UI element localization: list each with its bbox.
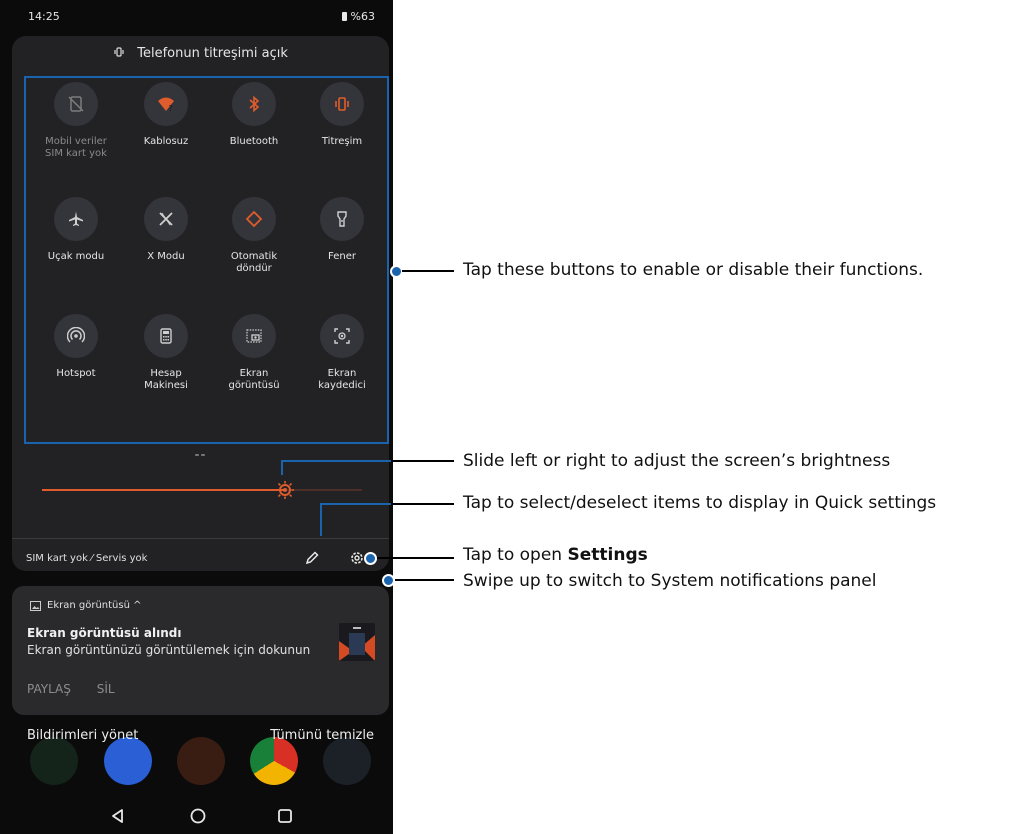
messages-app-icon (104, 737, 152, 785)
camera-app-icon (323, 737, 371, 785)
annotation-vline-brightness (281, 461, 283, 475)
delete-action[interactable]: SİL (97, 682, 115, 696)
annotation-vline-edit (320, 504, 322, 536)
annotation-line-edit (391, 503, 454, 505)
share-action[interactable]: PAYLAŞ (27, 682, 71, 696)
annotation-hline-brightness (281, 460, 391, 462)
status-time: 14:25 (28, 10, 60, 23)
annotation-brightness: Slide left or right to adjust the screen… (463, 451, 891, 471)
clear-all-button[interactable]: Tümünü temizle (270, 728, 374, 743)
notification-body: Ekran görüntünüzü görüntülemek için doku… (27, 643, 311, 657)
annotation-edit: Tap to select/deselect items to display … (463, 493, 937, 513)
brightness-thumb[interactable] (275, 480, 295, 500)
notification-title: Ekran görüntüsü alındı (27, 626, 182, 640)
image-icon (30, 600, 41, 611)
edit-pencil-icon[interactable] (303, 549, 321, 567)
manage-notifications-button[interactable]: Bildirimleri yönet (27, 728, 138, 743)
settings-bold-text: Settings (567, 545, 648, 565)
status-bar: 14:25 %63 (0, 0, 393, 30)
notification-app-name: Ekran görüntüsü ^ (47, 600, 142, 611)
battery-percent: %63 (350, 10, 375, 23)
phone-app-icon (30, 737, 78, 785)
annotation-line-brightness (391, 460, 454, 462)
home-icon[interactable] (188, 806, 208, 826)
notification-header: Ekran görüntüsü ^ (30, 600, 141, 611)
battery-status: %63 (341, 10, 375, 23)
vibrate-small-icon (113, 47, 125, 60)
panel-divider (12, 538, 389, 539)
quick-settings-highlight-frame (24, 76, 389, 444)
vibration-banner-text: Telefonun titreşimi açık (137, 46, 288, 61)
screenshot-notification[interactable]: Ekran görüntüsü ^ Ekran görüntüsü alındı… (12, 586, 389, 715)
battery-icon (341, 12, 347, 21)
armoury-app-icon (177, 737, 225, 785)
vibration-banner: Telefonun titreşimi açık (12, 46, 389, 61)
notification-actions: PAYLAŞ SİL (27, 682, 137, 696)
navigation-bar (0, 795, 393, 834)
sim-status-text: SIM kart yok ⁄ Servis yok (26, 553, 148, 564)
brightness-fill (42, 489, 286, 491)
chrome-app-icon (250, 737, 298, 785)
recents-icon[interactable] (275, 806, 295, 826)
annotation-dot-settings (364, 552, 377, 565)
annotation-line-settings (377, 557, 454, 559)
annotation-line-buttons (402, 270, 454, 272)
annotation-buttons: Tap these buttons to enable or disable t… (463, 260, 924, 280)
back-icon[interactable] (108, 806, 128, 826)
annotation-swipe: Swipe up to switch to System notificatio… (463, 571, 877, 591)
brightness-slider[interactable] (42, 481, 362, 499)
screenshot-thumbnail[interactable] (339, 623, 375, 661)
home-dock-background (0, 737, 393, 787)
annotation-line-swipe (395, 579, 454, 581)
annotation-settings: Tap to open Settings (463, 545, 648, 565)
annotation-hline-edit (320, 503, 391, 505)
annotation-dot-swipe (382, 574, 395, 587)
